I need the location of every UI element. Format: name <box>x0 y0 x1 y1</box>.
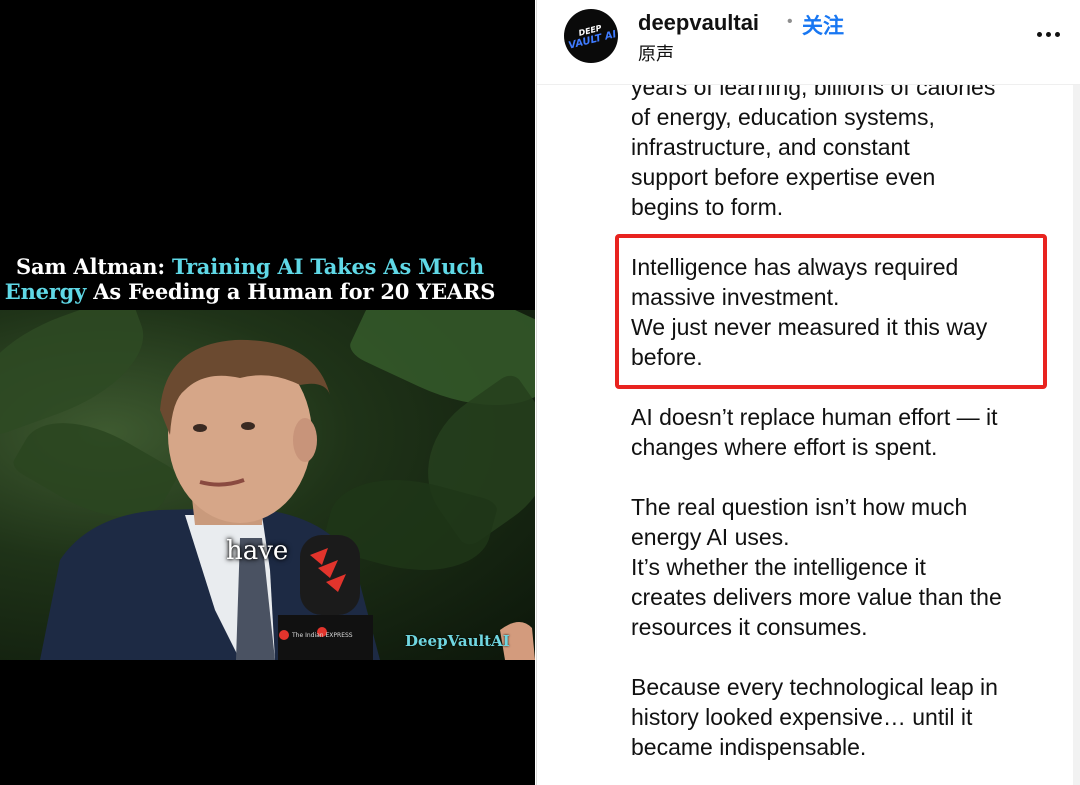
avatar[interactable]: DEEP VAULT AI <box>564 9 618 63</box>
title-text-cyan: Energy <box>4 279 87 304</box>
caption-line: support before expertise even <box>631 164 936 190</box>
post-panel: DEEP VAULT AI deepvaultai • 关注 原声 years … <box>536 0 1080 785</box>
caption-line: creates delivers more value than the <box>631 584 1002 610</box>
caption-line: resources it consumes. <box>631 614 868 640</box>
more-options-icon[interactable] <box>1037 24 1065 44</box>
avatar-logo: DEEP VAULT AI <box>567 23 618 52</box>
caption-line: AI doesn’t replace human effort — it <box>631 404 998 430</box>
subtitle-word: have <box>226 536 289 566</box>
caption-paragraph: Because every technological leap in hist… <box>631 672 1061 762</box>
caption-paragraph: The real question isn’t how much energy … <box>631 492 1061 642</box>
caption-line: It’s whether the intelligence it <box>631 554 926 580</box>
annotation-highlight-box <box>615 234 1047 389</box>
caption-line: history looked expensive… until it <box>631 704 973 730</box>
username-link[interactable]: deepvaultai <box>638 10 759 36</box>
post-header: DEEP VAULT AI deepvaultai • 关注 原声 <box>537 0 1080 85</box>
title-text-white: As Feeding a Human for 20 YEARS <box>86 279 496 304</box>
caption-paragraph: AI doesn’t replace human effort — it cha… <box>631 402 1061 462</box>
caption-line: became indispensable. <box>631 734 867 760</box>
follow-button[interactable]: 关注 <box>802 10 844 40</box>
caption-line: infrastructure, and constant <box>631 134 910 160</box>
video-frame: The Indian EXPRESS have DeepVaultAI <box>0 310 535 660</box>
scrollbar[interactable] <box>1073 84 1080 785</box>
caption-line: begins to form. <box>631 194 784 220</box>
caption-line: Because every technological leap in <box>631 674 998 700</box>
speaker-figure: The Indian EXPRESS <box>40 339 535 660</box>
separator-dot: • <box>787 13 793 30</box>
caption-line: of energy, education systems, <box>631 104 935 130</box>
video-player[interactable]: Sam Altman: Training AI Takes As Much En… <box>0 0 535 785</box>
caption-line: changes where effort is spent. <box>631 434 938 460</box>
caption-paragraph: years of learning, billions of calories … <box>631 72 1061 222</box>
title-text-white: Sam Altman: <box>16 254 173 279</box>
channel-watermark: DeepVaultAI <box>405 632 510 650</box>
title-text-cyan: Training AI Takes As Much <box>172 254 484 279</box>
svg-text:The Indian EXPRESS: The Indian EXPRESS <box>291 632 353 639</box>
caption-line: energy AI uses. <box>631 524 790 550</box>
post-caption: years of learning, billions of calories … <box>631 72 1061 785</box>
caption-line: The real question isn’t how much <box>631 494 968 520</box>
audio-source-link[interactable]: 原声 <box>638 40 674 66</box>
video-title-overlay: Sam Altman: Training AI Takes As Much En… <box>0 254 500 304</box>
